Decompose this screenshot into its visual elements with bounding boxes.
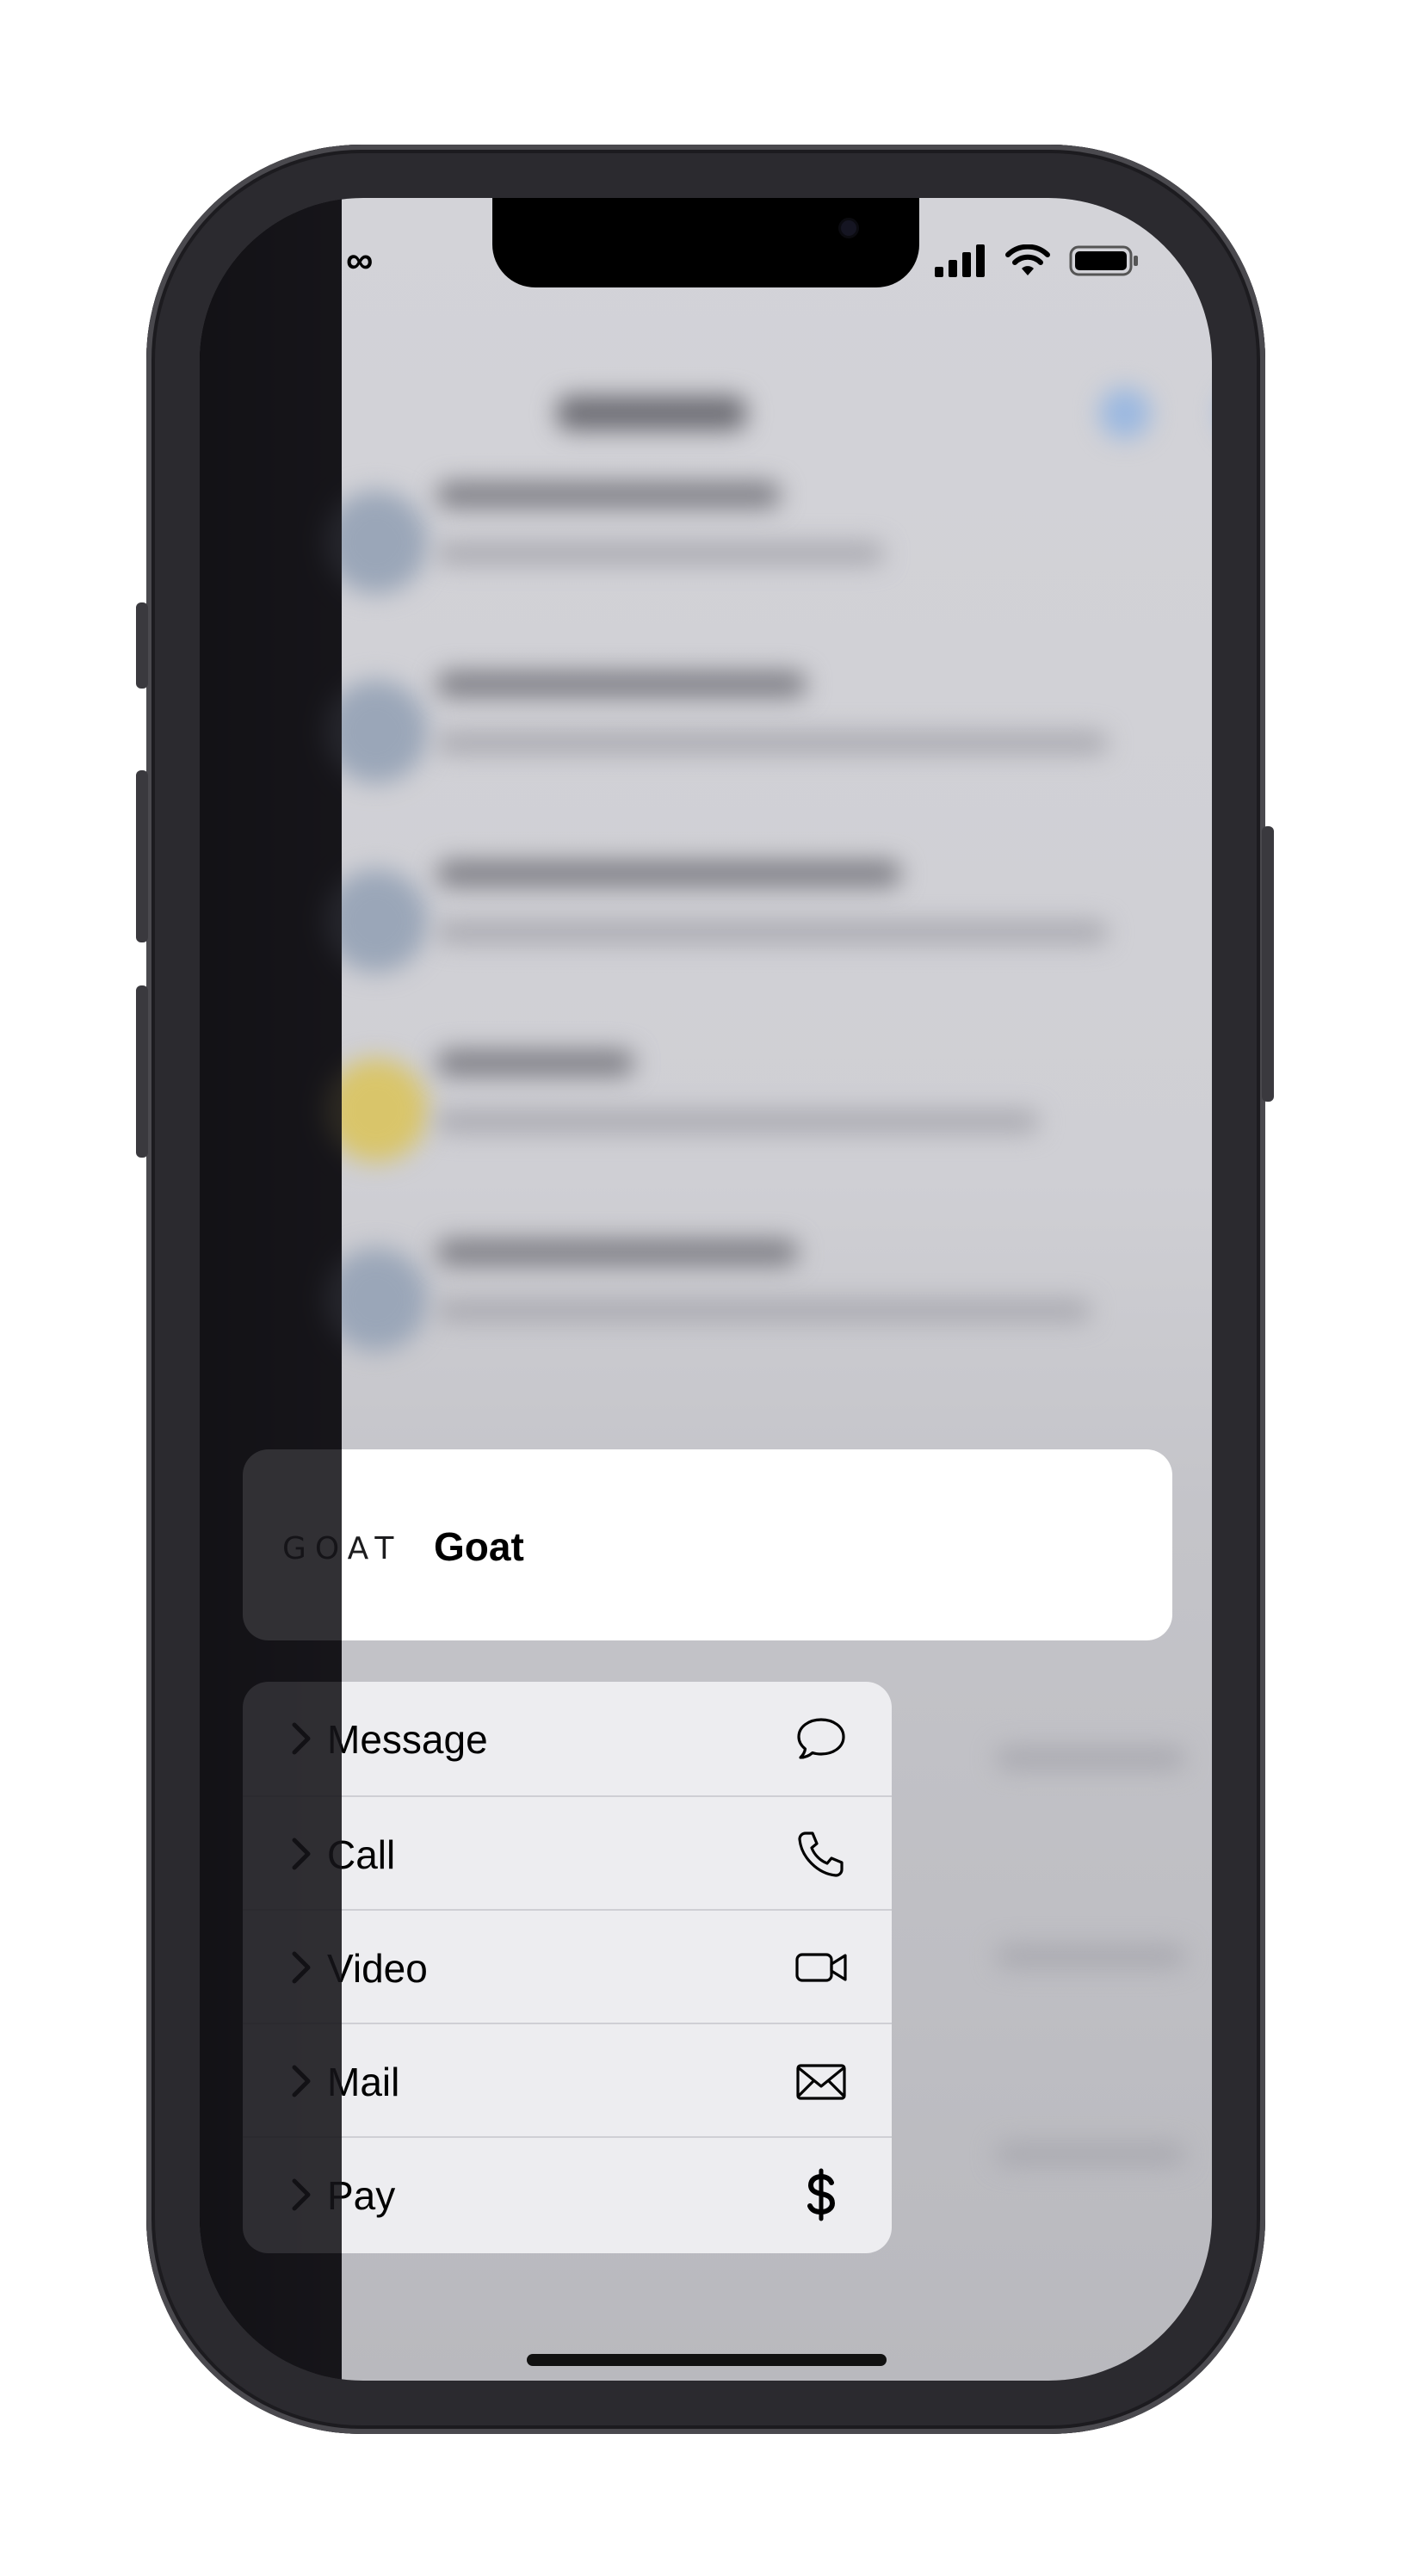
- menu-item-message[interactable]: Message: [243, 1682, 892, 1795]
- video-camera-icon: [795, 1953, 847, 1982]
- action-button: [136, 602, 148, 689]
- cellular-signal-icon: [935, 244, 985, 277]
- menu-item-mail[interactable]: Mail: [243, 2023, 892, 2138]
- front-camera: [841, 220, 856, 236]
- context-menu: Message Call Video Mail Pay: [243, 1682, 892, 2253]
- dollar-icon: [807, 2168, 836, 2221]
- chevron-right-icon: [292, 1722, 311, 1755]
- menu-item-label: Message: [327, 1717, 488, 1762]
- menu-item-label: Mail: [327, 2060, 400, 2104]
- wifi-icon: [1005, 244, 1050, 275]
- chevron-right-icon: [292, 2178, 311, 2211]
- status-bar-infinity-icon: ∞: [346, 239, 373, 281]
- chevron-right-icon: [292, 1838, 311, 1870]
- menu-item-call[interactable]: Call: [243, 1795, 892, 1911]
- message-bubble-icon: [797, 1718, 845, 1759]
- power-button: [1262, 826, 1274, 1102]
- goat-logo: GOAT: [282, 1531, 403, 1566]
- chevron-right-icon: [292, 1951, 311, 1984]
- contact-preview-card[interactable]: GOAT Goat: [243, 1449, 1172, 1640]
- chevron-right-icon: [292, 2065, 311, 2097]
- menu-item-pay[interactable]: Pay: [243, 2136, 892, 2252]
- volume-down-button: [136, 985, 148, 1158]
- home-indicator[interactable]: [527, 2354, 887, 2366]
- menu-item-label: Video: [327, 1946, 428, 1991]
- volume-up-button: [136, 770, 148, 942]
- notch: [492, 198, 919, 287]
- battery-icon: [1069, 245, 1138, 276]
- menu-item-label: Call: [327, 1832, 396, 1877]
- phone-screen: ∞ GOAT Goat Message Call Video Mail Pay: [200, 198, 1212, 2381]
- contact-name: Goat: [434, 1524, 524, 1569]
- phone-icon: [798, 1832, 844, 1877]
- envelope-icon: [796, 2064, 846, 2100]
- status-bar-indicators: [933, 244, 1140, 277]
- menu-item-label: Pay: [327, 2173, 396, 2218]
- menu-item-video[interactable]: Video: [243, 1909, 892, 2024]
